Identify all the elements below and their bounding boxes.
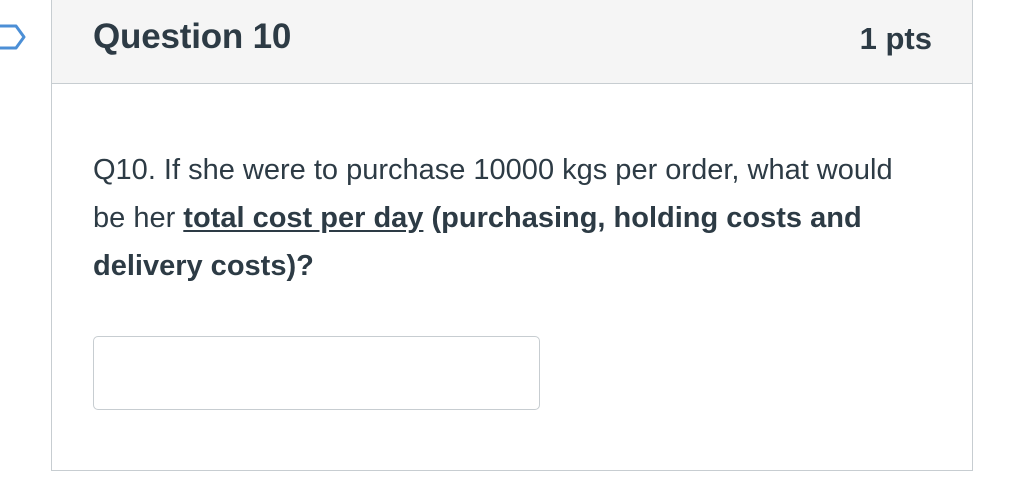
- flag-question-icon[interactable]: [0, 22, 32, 52]
- question-title: Question 10: [93, 17, 292, 56]
- question-text-emphasis: total cost per day: [183, 202, 424, 234]
- question-card: Question 10 1 pts Q10. If she were to pu…: [51, 0, 973, 471]
- question-header: Question 10 1 pts: [52, 0, 972, 84]
- answer-input[interactable]: [93, 336, 540, 410]
- question-points: 1 pts: [859, 21, 932, 56]
- question-text: Q10. If she were to purchase 10000 kgs p…: [93, 146, 923, 290]
